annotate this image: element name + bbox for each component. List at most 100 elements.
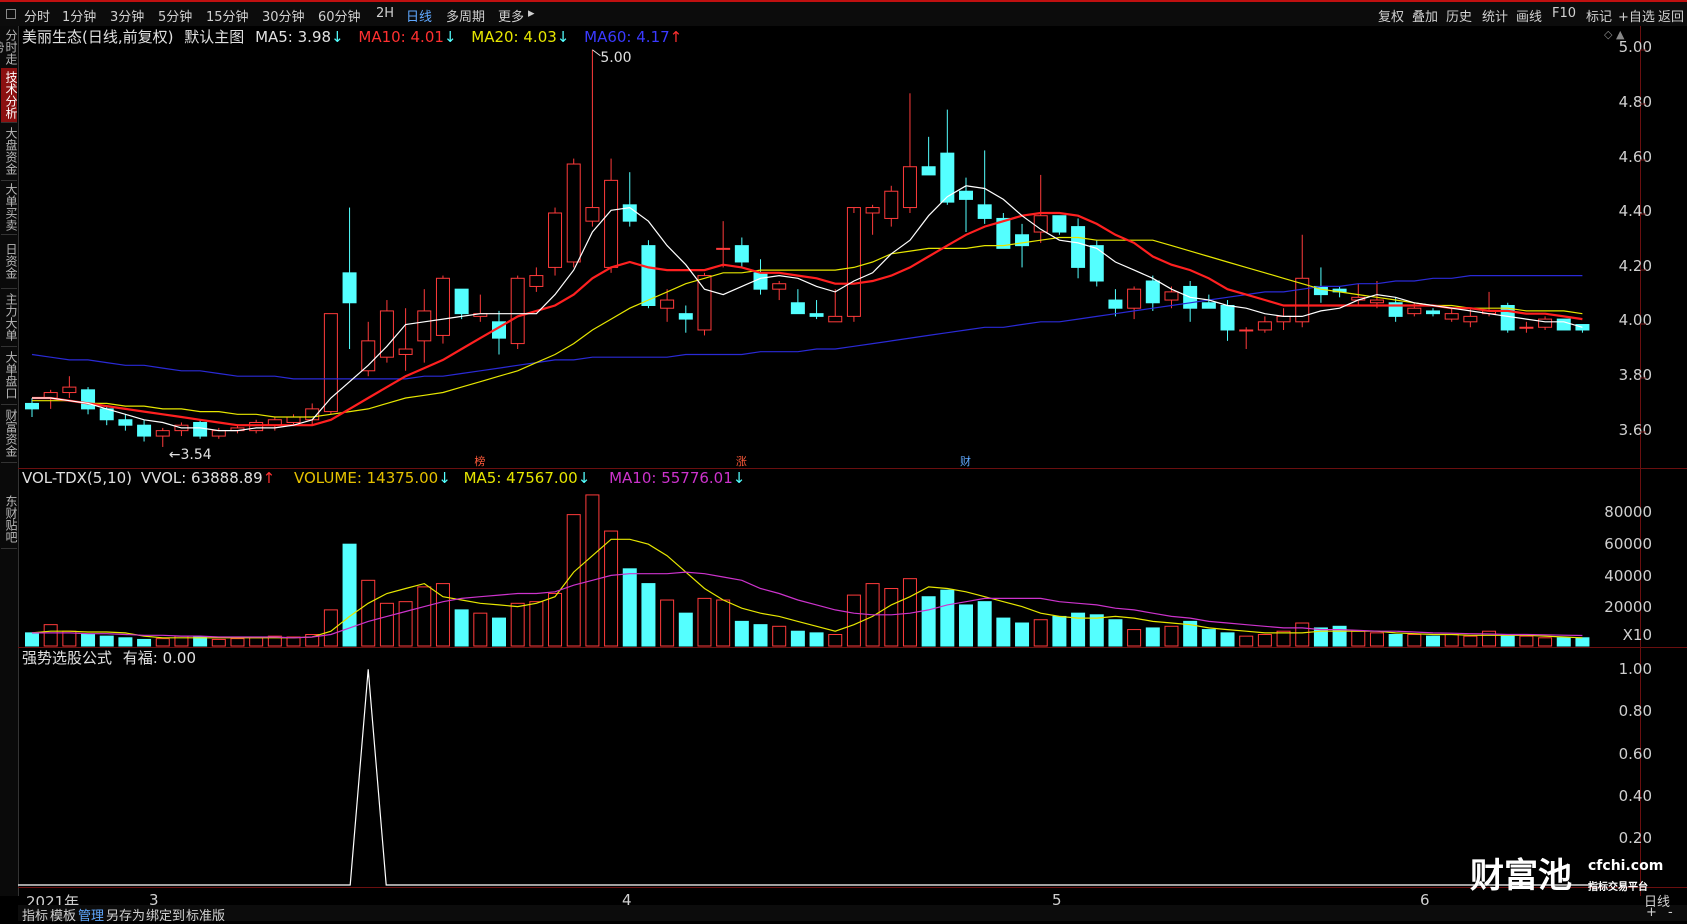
- candle: [249, 421, 264, 432]
- volume-bar: [1500, 634, 1515, 647]
- volume-bar: [417, 586, 432, 647]
- volume-bar: [25, 632, 39, 647]
- event-marker: 涨: [736, 455, 747, 468]
- candle: [772, 283, 787, 290]
- volume-bar: [379, 602, 394, 647]
- volume-bar: [585, 494, 600, 647]
- volume-bar: [211, 638, 226, 647]
- candle: [660, 299, 675, 309]
- volume-bar: [1519, 635, 1534, 647]
- candle: [1145, 280, 1160, 304]
- volume-bar: [342, 543, 357, 647]
- candle: [1164, 291, 1179, 301]
- candle: [417, 310, 432, 342]
- volume-bar: [959, 604, 973, 647]
- volume-bar: [660, 599, 675, 647]
- volume-bar: [1108, 619, 1123, 647]
- volume-bar: [1220, 632, 1235, 647]
- high-pointer-icon: [592, 49, 601, 57]
- volume-bar: [1463, 635, 1478, 647]
- volume-bar: [1089, 614, 1104, 647]
- candle: [1108, 299, 1123, 309]
- volume-bar: [940, 589, 955, 647]
- candle: [1407, 307, 1422, 315]
- watermark-tagline: 指标交易平台: [1588, 882, 1648, 893]
- candle: [286, 416, 301, 423]
- candle: [1257, 321, 1272, 331]
- volume-bar: [473, 612, 488, 647]
- event-marker: 榜: [474, 454, 485, 468]
- candle: [828, 315, 843, 323]
- candle: [753, 272, 768, 290]
- candle: [529, 275, 544, 287]
- volume-bar: [1444, 634, 1459, 647]
- watermark-brand: 财富池: [1470, 856, 1572, 896]
- volume-bar: [846, 594, 861, 647]
- btn-standard[interactable]: 标准版: [186, 905, 225, 924]
- volume-bar: [622, 568, 637, 647]
- volume-bar: [678, 612, 693, 647]
- candle: [1071, 226, 1086, 268]
- volume-bar: [155, 638, 170, 647]
- candle: [510, 277, 525, 345]
- volume-bar: [1369, 632, 1384, 647]
- candle: [398, 348, 413, 355]
- candle: [137, 424, 152, 437]
- btn-bind-to[interactable]: 绑定到: [146, 905, 185, 924]
- candle: [1556, 318, 1571, 331]
- candle: [1426, 310, 1440, 315]
- candle: [1463, 315, 1478, 323]
- zoom-out-icon[interactable]: -: [1668, 905, 1673, 920]
- volume-bar: [716, 599, 731, 647]
- event-marker: 财: [960, 454, 971, 468]
- volume-bar: [1145, 627, 1160, 647]
- candle: [342, 272, 357, 304]
- volume-bar: [1351, 630, 1366, 647]
- volume-bar: [790, 630, 805, 647]
- candle: [1519, 326, 1534, 329]
- vol-ma10-line: [32, 571, 1583, 639]
- candle: [809, 313, 824, 317]
- volume-bar: [1556, 637, 1571, 647]
- candle: [678, 313, 693, 320]
- candle: [1220, 304, 1235, 331]
- candle: [734, 245, 749, 263]
- candle: [1444, 313, 1459, 320]
- ma60-line: [31, 275, 1583, 380]
- volume-bar: [753, 624, 768, 647]
- volume-bar: [1257, 634, 1272, 647]
- candle: [1239, 329, 1254, 332]
- candle: [211, 430, 226, 437]
- volume-bar: [510, 602, 525, 647]
- volume-bar: [249, 637, 264, 647]
- candle: [604, 179, 619, 268]
- btn-manage[interactable]: 管理: [78, 905, 104, 924]
- btn-templates[interactable]: 模板: [50, 905, 76, 924]
- stock-chart[interactable]: 5.00 ←3.54 榜 涨 财: [0, 0, 1687, 921]
- volume-bar: [1033, 619, 1048, 647]
- volume-bar: [566, 514, 581, 647]
- candle: [25, 402, 39, 410]
- candle: [940, 152, 955, 203]
- volume-bar: [1201, 629, 1216, 647]
- candle: [585, 207, 600, 222]
- volume-bar: [1239, 635, 1254, 647]
- zoom-in-icon[interactable]: +: [1646, 905, 1657, 920]
- volume-bar: [1538, 637, 1553, 647]
- candle: [884, 190, 899, 219]
- candle: [865, 207, 880, 214]
- volume-bar: [361, 579, 376, 647]
- candle: [790, 302, 805, 315]
- candle: [1369, 299, 1384, 304]
- volume-bar: [641, 583, 656, 647]
- watermark-site: cfchi.com: [1588, 858, 1664, 874]
- volume-bar: [734, 620, 749, 647]
- btn-save-as[interactable]: 另存为: [106, 905, 145, 924]
- candle: [323, 313, 338, 413]
- candle: [921, 166, 936, 176]
- btn-indicators[interactable]: 指标: [22, 905, 48, 924]
- vol-ma5-line: [31, 538, 1583, 639]
- candle: [566, 163, 581, 263]
- candle: [641, 245, 656, 306]
- candle: [846, 207, 861, 317]
